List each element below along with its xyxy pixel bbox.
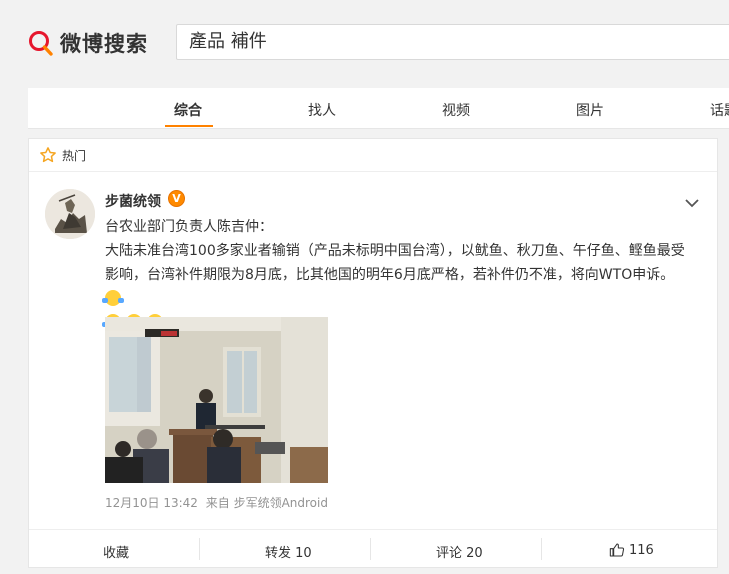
tab-users[interactable]: 找人 [308,100,336,120]
hot-label: 热门 [62,149,87,163]
like-count: 116 [629,542,654,558]
logo-text: 微博搜索 [60,32,148,56]
comment-button[interactable]: 评论 20 [436,542,483,561]
tab-topics[interactable]: 话题 [710,100,729,120]
star-icon [39,146,57,164]
logo-magnifier-icon [28,30,54,56]
avatar[interactable] [45,189,95,239]
like-button[interactable]: 116 [609,542,654,558]
tab-all[interactable]: 综合 [174,100,202,120]
post-card: 热门 步菌统领 V 台农业部门负责人陈吉仲： 大陆未准台湾100多家业者输销（产… [28,138,718,568]
active-tab-indicator [165,125,213,127]
action-bar: 收藏 转发 10 评论 20 116 [29,529,717,570]
action-divider [541,538,542,560]
hug-emoji-icon [102,290,124,306]
favorite-button[interactable]: 收藏 [103,542,129,561]
search-input[interactable] [187,28,711,52]
repost-button[interactable]: 转发 10 [265,542,312,561]
weibo-search-logo[interactable]: 微博搜索 [28,28,148,58]
chevron-down-icon[interactable] [685,193,699,208]
action-divider [199,538,200,560]
search-box[interactable] [176,24,729,60]
header: 微博搜索 [0,0,729,86]
thumbs-up-icon [609,542,625,558]
post-source: 来自 步军统领Android [205,496,328,510]
username[interactable]: 步菌统领 [105,191,161,211]
post-body-text: 大陆未准台湾100多家业者输销（产品未标明中国台湾），以鱿鱼、秋刀鱼、午仔鱼、鲣… [105,243,685,283]
verified-badge-icon: V [168,190,185,207]
search-tabs: 综合 找人 视频 图片 话题 [28,88,729,129]
tab-videos[interactable]: 视频 [442,100,470,120]
action-divider [370,538,371,560]
hot-bar: 热门 [29,139,717,172]
timestamp[interactable]: 12月10日 13:42 [105,496,198,510]
post-meta: 12月10日 13:42 来自 步军统领Android [105,494,328,511]
post-image[interactable] [105,317,328,483]
post-line-1: 台农业部门负责人陈吉仲： [105,219,273,235]
tab-images[interactable]: 图片 [576,100,604,120]
